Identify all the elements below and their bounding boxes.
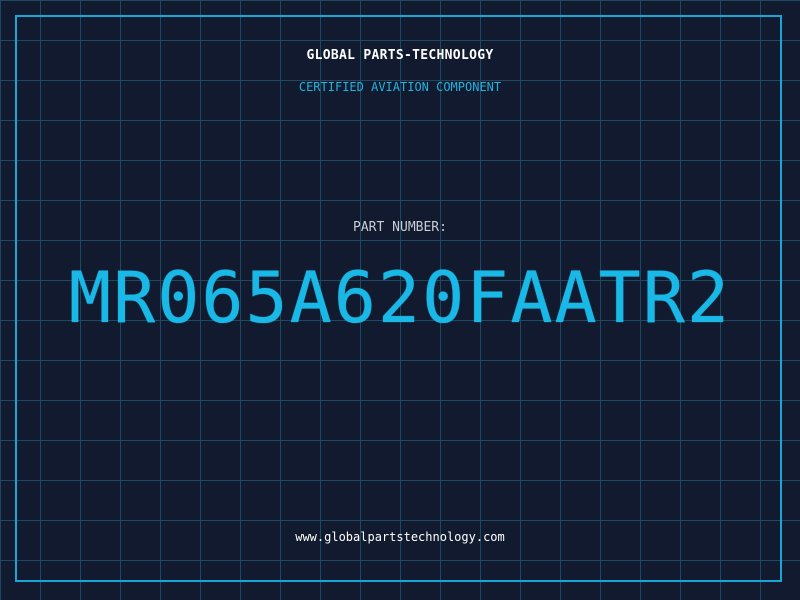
certification-tagline: CERTIFIED AVIATION COMPONENT	[298, 80, 502, 94]
label-canvas: GLOBAL PARTS-TECHNOLOGY CERTIFIED AVIATI…	[0, 0, 800, 600]
part-number-value: MR065A620FAATR2	[68, 257, 732, 339]
company-name: GLOBAL PARTS-TECHNOLOGY	[306, 48, 494, 63]
website-url: www.globalpartstechnology.com	[295, 530, 505, 544]
part-number-label: PART NUMBER:	[353, 220, 447, 235]
